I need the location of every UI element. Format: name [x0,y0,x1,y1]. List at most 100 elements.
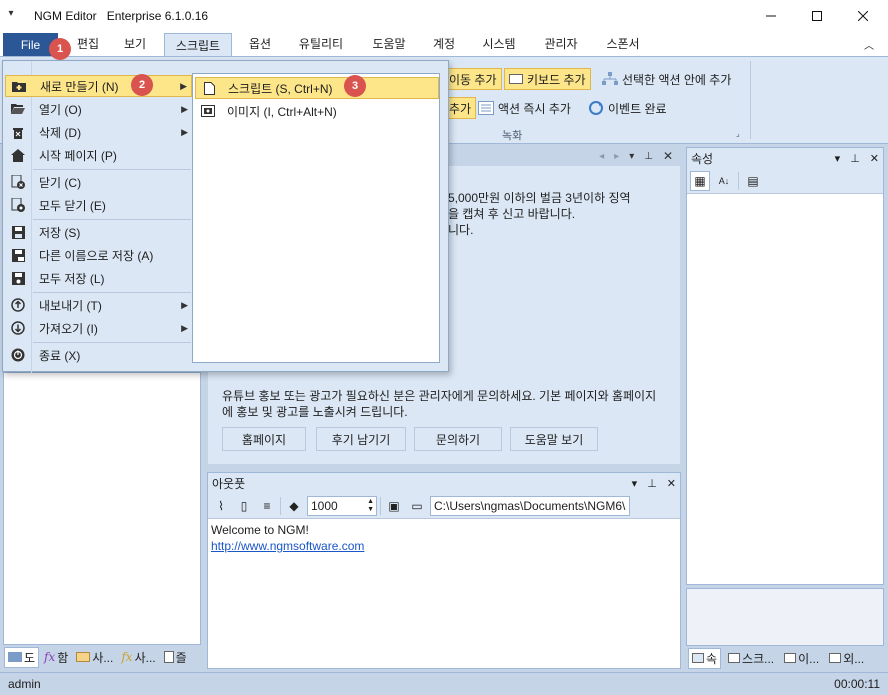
dropdown-icon[interactable]: ▾ [632,477,638,490]
eraser-icon[interactable]: ◆ [284,496,304,516]
close-panel-icon[interactable]: ✕ [667,477,676,490]
file-menu-save-all[interactable]: 모두 저장 (L) [5,267,192,289]
left-tab-document[interactable]: 도 [4,646,40,668]
stepper-arrows-icon[interactable]: ▲ ▼ [367,498,376,514]
menu-tab-script[interactable]: 스크립트 [164,33,232,56]
properties-panel-header: 속성 ▾ ⊥ ✕ [687,148,883,168]
ribbon-collapse-icon[interactable]: ︿ [864,37,874,52]
property-pages-icon[interactable]: ▤ [743,171,763,191]
contact-button[interactable]: 문의하기 [414,427,502,451]
broom-icon[interactable]: ⌇ [211,496,231,516]
keyboard-add-button[interactable]: 키보드 추가 [504,68,591,90]
number-value: 1000 [311,498,338,513]
menu-tab-utility[interactable]: 유틸리티 [290,35,352,55]
categorized-icon[interactable]: ▦ [690,170,710,191]
close-panel-icon[interactable]: ✕ [663,149,673,163]
properties-tab-external[interactable]: 외... [826,649,867,668]
save-icon [5,225,31,239]
output-link[interactable]: http://www.ngmsoftware.com [211,538,677,554]
file-menu-import[interactable]: 가져오기 (I) ▶ [5,317,192,339]
pin-icon[interactable]: ⊥ [644,151,653,162]
pin-icon[interactable]: ⊥ [647,477,657,490]
ribbon-divider [750,61,751,139]
move-add-label: 이동 추가 [449,72,497,87]
sort-alpha-icon[interactable]: A↓ [714,171,734,191]
page-icon [163,651,174,663]
file-menu-open[interactable]: 열기 (O) ▶ [5,98,192,120]
review-button[interactable]: 후기 남기기 [316,427,406,451]
file-menu-close-all-label: 모두 닫기 (E) [39,198,106,213]
file-menu-close[interactable]: 닫기 (C) [5,171,192,193]
event-done-button[interactable]: 이벤트 완료 [588,97,667,119]
file-menu-exit[interactable]: 종료 (X) [5,344,192,366]
menu-tab-sponsor[interactable]: 스폰서 [598,35,648,55]
file-menu-save-as-label: 다른 이름으로 저장 (A) [39,248,154,263]
close-icon [858,11,868,21]
menu-tab-edit[interactable]: 편집 [70,35,106,55]
dropdown-icon[interactable]: ▾ [629,151,634,162]
file-menu-delete[interactable]: 삭제 (D) ▶ [5,121,192,143]
immediate-add-button[interactable]: 액션 즉시 추가 [478,97,571,119]
save-icon[interactable]: ▣ [384,496,404,516]
scroll-left-icon[interactable]: ◂ [599,151,604,162]
file-menu-export[interactable]: 내보내기 (T) ▶ [5,294,192,316]
step-badge-3: 3 [344,75,366,97]
minimize-button[interactable] [748,0,794,32]
event-done-label: 이벤트 완료 [608,101,667,116]
script-icon [728,653,741,663]
lines-icon[interactable]: ≡ [257,496,277,516]
submenu-arrow-icon: ▶ [181,299,188,310]
fx-icon: fx [44,650,56,664]
left-tab-user-function[interactable]: fx 사... [118,648,158,667]
properties-description [686,588,884,646]
output-toolbar: ⌇ ▯ ≡ ◆ 1000 ▲ ▼ ▣ ▭ C:\Users\ngmas\Docum… [208,493,680,519]
menu-tab-system[interactable]: 시스템 [474,35,524,55]
scroll-right-icon[interactable]: ▸ [614,151,619,162]
file-menu-start-page[interactable]: 시작 페이지 (P) [5,144,192,166]
document-icon [196,81,222,95]
new-script-item[interactable]: 스크립트 (S, Ctrl+N) [195,77,439,99]
file-menu-save[interactable]: 저장 (S) [5,221,192,243]
toolbar-separator [280,496,281,515]
number-stepper[interactable]: 1000 ▲ ▼ [307,495,377,516]
pin-icon[interactable]: ⊥ [850,152,860,165]
new-image-item[interactable]: 이미지 (I, Ctrl+Alt+N) [195,100,439,122]
close-panel-icon[interactable]: ✕ [870,152,879,165]
output-panel-title: 아웃풋 [212,476,246,491]
properties-tab-image-label: 이... [798,651,820,666]
path-field[interactable]: C:\Users\ngmas\Documents\NGM6\ [430,495,630,516]
menu-tab-account[interactable]: 계정 [426,35,462,55]
file-menu-close-label: 닫기 (C) [39,175,82,190]
file-menu-delete-label: 삭제 (D) [39,125,82,140]
left-tab-user[interactable]: 사... [73,648,116,667]
file-menu-save-as[interactable]: 다른 이름으로 저장 (A) [5,244,192,266]
properties-tab-props[interactable]: 속 [688,647,722,669]
add-inside-selected-button[interactable]: 선택한 액션 안에 추가 [602,68,731,90]
menu-tab-options[interactable]: 옵션 [242,35,278,55]
maximize-button[interactable] [794,0,840,32]
briefcase-icon [76,652,91,662]
properties-tab-script[interactable]: 스크... [725,649,777,668]
step-badge-1: 1 [49,38,71,60]
help-view-button[interactable]: 도움말 보기 [510,427,598,451]
left-tab-favorites[interactable]: 즐 [161,648,190,667]
hierarchy-icon [602,72,618,85]
homepage-button[interactable]: 홈페이지 [222,427,306,451]
file-menu-new[interactable]: 새로 만들기 (N) ▶ [5,75,192,97]
open-folder-icon[interactable]: ▭ [407,496,427,516]
dialog-launcher-icon[interactable]: ⌟ [736,129,740,138]
close-window-button[interactable] [840,0,886,32]
menu-tab-help[interactable]: 도움말 [364,35,414,55]
move-add-button[interactable]: 이동 추가 [444,68,502,90]
menu-tab-admin[interactable]: 관리자 [536,35,586,55]
minimize-icon [766,15,776,17]
dropdown-icon[interactable]: ▾ [835,152,841,165]
toolbar-separator [380,496,381,515]
left-tab-function[interactable]: fx 함 [41,648,71,667]
menu-tab-view[interactable]: 보기 [117,35,153,55]
properties-tab-image[interactable]: 이... [781,649,822,668]
submenu-arrow-icon: ▶ [181,103,188,114]
doc-settings-icon[interactable]: ▯ [234,496,254,516]
file-menu-close-all[interactable]: 모두 닫기 (E) [5,194,192,216]
quick-access-dropdown-icon[interactable]: ▾ [4,8,18,22]
